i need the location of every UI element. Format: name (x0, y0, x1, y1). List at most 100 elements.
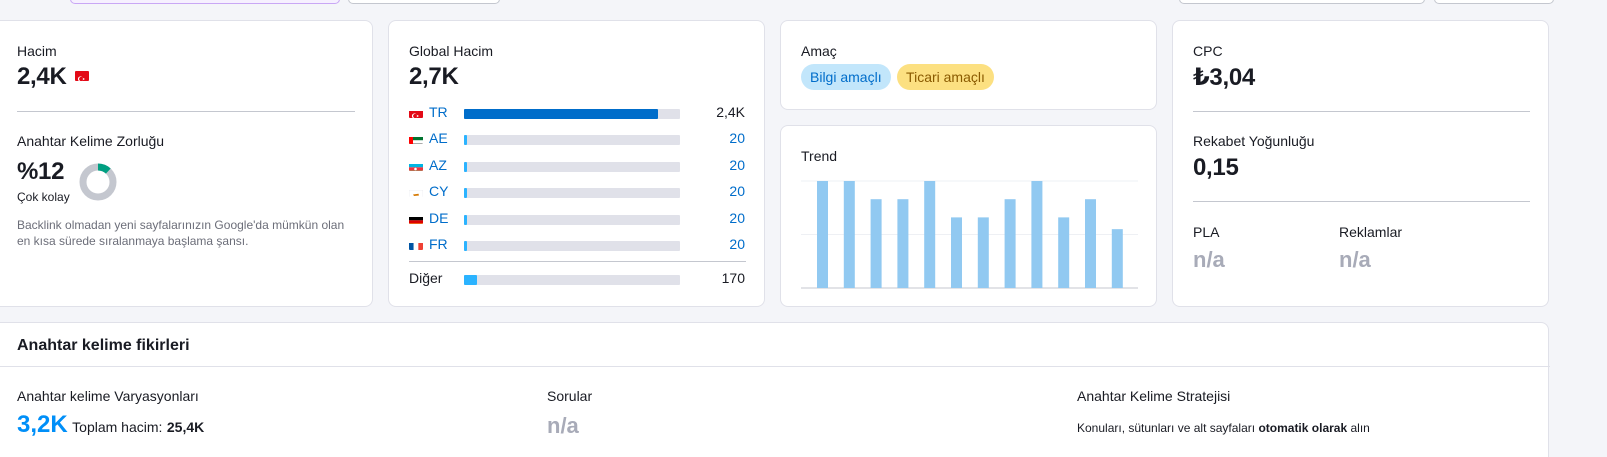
turkey-flag-icon (409, 108, 423, 118)
trend-bar[interactable] (1004, 199, 1016, 288)
country-bar-fill (464, 188, 467, 199)
country-bar-fill (464, 135, 467, 146)
trend-bar[interactable] (897, 199, 909, 288)
country-bar-track (464, 214, 680, 225)
country-row-az[interactable]: AZ 20 (409, 157, 745, 175)
country-code[interactable]: AE (429, 130, 448, 146)
trend-bar[interactable] (1085, 199, 1096, 288)
strategy-text-before: Konuları, sütunları ve alt sayfaları (1077, 421, 1256, 435)
trend-bar[interactable] (817, 181, 828, 288)
other-value: 170 (721, 270, 745, 286)
divider (409, 261, 746, 262)
top-dropdown-button[interactable] (348, 0, 500, 4)
pla-label: PLA (1193, 224, 1220, 240)
strategy-text-bold: otomatik olarak (1258, 421, 1348, 435)
cpc-label: CPC (1193, 43, 1223, 59)
strategy-text-after: alın (1350, 421, 1370, 435)
country-volume: 20 (729, 236, 745, 252)
trend-bar[interactable] (1031, 181, 1043, 288)
france-flag-icon (409, 240, 423, 250)
trend-bar[interactable] (843, 181, 855, 288)
top-right-button-2[interactable] (1434, 0, 1554, 4)
country-code[interactable]: CY (429, 183, 448, 199)
trend-card: Trend (780, 125, 1157, 307)
trend-bar[interactable] (951, 217, 962, 288)
country-row-de[interactable]: DE 20 (409, 210, 745, 228)
country-code[interactable]: TR (429, 104, 448, 120)
questions-value: n/a (547, 413, 579, 438)
trend-bar[interactable] (1058, 217, 1070, 288)
top-right-button-1[interactable] (1179, 0, 1425, 4)
kd-label: Anahtar Kelime Zorluğu (17, 133, 165, 149)
keyword-ideas-title: Anahtar kelime fikirleri (17, 337, 190, 354)
trend-chart (801, 180, 1138, 289)
country-code[interactable]: FR (429, 236, 448, 252)
total-volume-value: 25,4K (166, 419, 205, 435)
strategy-text: Konuları, sütunları ve alt sayfaları oto… (1077, 421, 1370, 435)
country-bar-track (464, 135, 680, 146)
pla-value: n/a (1193, 247, 1225, 272)
global-volume-label: Global Hacim (409, 43, 494, 59)
country-volume: 20 (729, 130, 745, 147)
trend-bar[interactable] (1111, 229, 1123, 288)
cpc-value: ₺3,04 (1193, 64, 1255, 91)
country-code[interactable]: DE (429, 210, 448, 226)
variations-row: 3,2K Toplam hacim: 25,4K (17, 411, 204, 439)
intent-badge-commercial: Ticari amaçlı (897, 64, 994, 90)
kd-value: %12 (17, 158, 65, 185)
country-volume: 20 (729, 209, 745, 226)
country-row-cy[interactable]: CY 20 (409, 183, 745, 201)
kd-donut-chart (79, 163, 117, 201)
other-label: Diğer (409, 270, 443, 286)
country-bar-fill (464, 109, 658, 119)
divider (1193, 201, 1530, 202)
country-row-tr[interactable]: TR 2,4K (409, 104, 745, 122)
trend-bar[interactable] (977, 217, 989, 288)
global-volume-card: Global Hacim 2,7K TR 2,4K AE 20 AZ 20 CY 20 DE 20… (388, 20, 765, 307)
trend-bar[interactable] (870, 199, 882, 288)
country-volume: 2,4K (716, 104, 745, 120)
germany-flag-icon (409, 214, 423, 224)
divider (0, 366, 1550, 367)
variations-value[interactable]: 3,2K (17, 411, 68, 438)
volume-kd-card: Hacim 2,4K Anahtar Kelime Zorluğu %12 Ço… (0, 20, 373, 307)
country-volume: 20 (729, 156, 745, 173)
total-volume-label: Toplam hacim: (72, 419, 163, 435)
turkey-flag-icon (74, 71, 89, 81)
divider (17, 111, 355, 112)
kd-description: Backlink olmadan yeni sayfalarınızın Goo… (17, 218, 345, 248)
country-volume: 20 (729, 183, 745, 200)
top-search-box[interactable] (70, 0, 340, 4)
intent-card: Amaç Bilgi amaçlı Ticari amaçlı (780, 20, 1157, 110)
divider (1193, 111, 1530, 112)
country-bar-fill (464, 241, 467, 251)
country-bar-track (464, 109, 680, 119)
strategy-label: Anahtar Kelime Stratejisi (1077, 388, 1231, 404)
volume-value-row: 2,4K (17, 63, 89, 91)
country-row-fr[interactable]: FR 20 (409, 236, 745, 254)
country-bar-fill (464, 161, 467, 172)
kd-difficulty-text: Çok kolay (17, 190, 70, 204)
variations-label: Anahtar kelime Varyasyonları (17, 388, 199, 404)
cpc-card: CPC ₺3,04 Rekabet Yoğunluğu 0,15 PLA n/a… (1172, 20, 1549, 307)
volume-value: 2,4K (17, 63, 67, 90)
competition-value: 0,15 (1193, 154, 1239, 181)
country-bar-track (464, 161, 680, 172)
other-countries-row: Diğer 170 (409, 270, 745, 288)
country-bar-track (464, 188, 680, 199)
other-bar-track (464, 275, 680, 285)
ads-value: n/a (1339, 247, 1371, 272)
volume-label: Hacim (17, 43, 57, 59)
azerbaijan-flag-icon (409, 161, 423, 171)
uae-flag-icon (409, 134, 423, 145)
trend-bar[interactable] (924, 181, 936, 288)
country-bar-track (464, 241, 680, 251)
country-code[interactable]: AZ (429, 157, 447, 173)
cyprus-flag-icon (409, 187, 423, 198)
questions-label: Sorular (547, 388, 593, 404)
intent-badges: Bilgi amaçlı Ticari amaçlı (801, 64, 994, 90)
intent-label: Amaç (801, 43, 837, 59)
country-row-ae[interactable]: AE 20 (409, 130, 745, 148)
intent-badge-informational: Bilgi amaçlı (801, 64, 891, 90)
country-bar-fill (464, 214, 467, 225)
